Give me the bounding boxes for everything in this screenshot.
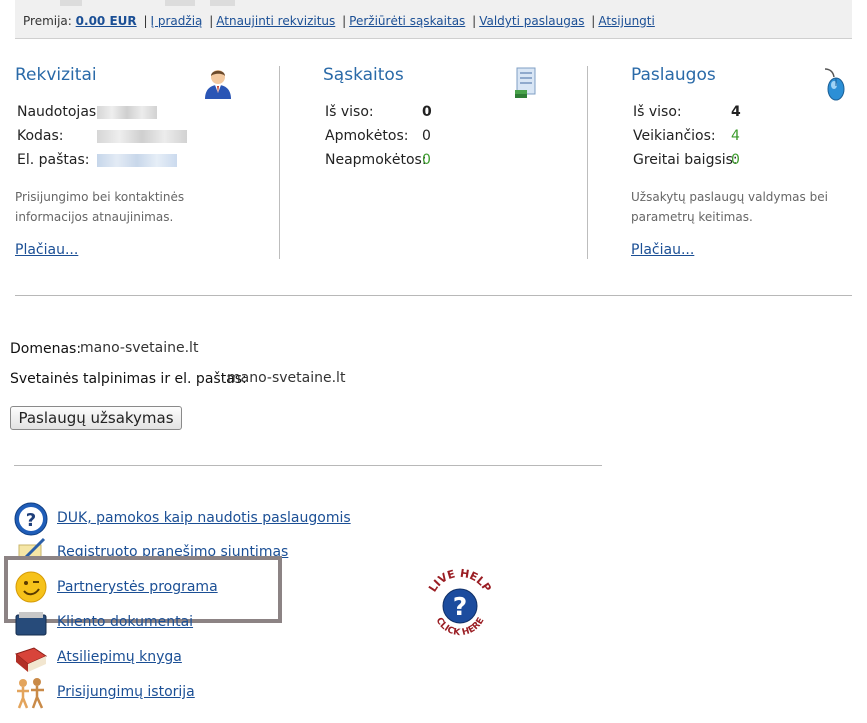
redacted-header-fragment [210,0,235,6]
premium-value-link[interactable]: 0.00 EUR [76,14,137,28]
panel-divider [279,66,280,259]
invoices-paid-value: 0 [422,128,431,144]
services-active-value: 4 [731,128,740,144]
redacted-username [97,106,157,119]
login-history-link[interactable]: Prisijungimų istorija [57,684,195,700]
panel-title-rekvizitai: Rekvizitai [15,65,97,85]
rekvizitai-more-link[interactable]: Plačiau... [15,242,78,258]
nav-link-manage-services[interactable]: Valdyti paslaugas [479,14,584,28]
panel-title-saskaitos: Sąskaitos [323,65,404,85]
question-mark-icon: ? [453,592,468,621]
domain-label: Domenas: [10,341,82,357]
document-icon [15,612,47,636]
domain-value: mano-svetaine.lt [80,340,199,356]
label-username: Naudotojas: [17,104,101,120]
order-services-button[interactable]: Paslaugų užsakymas [10,406,182,430]
label-invoices-unpaid: Neapmokėtos: [325,152,427,168]
rekvizitai-description: Prisijungimo bei kontaktinės informacijo… [15,187,184,227]
paslaugos-description-line: Užsakytų paslaugų valdymas bei [631,190,828,204]
nav-link-logout[interactable]: Atsijungti [598,14,655,28]
smiley-icon [15,571,47,603]
nav-separator: | [143,14,148,28]
book-icon [14,647,48,672]
redacted-header-fragment [165,0,195,6]
nav-separator: | [342,14,347,28]
services-total-value: 4 [731,104,741,120]
svg-text:?: ? [26,510,36,531]
mouse-icon [824,68,845,101]
user-profile-icon [205,70,231,99]
services-expiring-value: 0 [731,152,740,168]
paslaugos-more-link[interactable]: Plačiau... [631,242,694,258]
rekvizitai-description-line: Prisijungimo bei kontaktinės [15,190,185,204]
label-services-total: Iš viso: [633,104,682,120]
invoice-icon [515,67,536,98]
top-navigation: Premija: 0.00 EUR | Į pradžią | Atnaujinti… [23,14,655,28]
nav-link-view-invoices[interactable]: Peržiūrėti sąskaitas [349,14,465,28]
top-bar: Premija: 0.00 EUR | Į pradžią | Atnaujinti… [15,0,852,39]
premium-label: Premija: [23,14,72,28]
nav-link-update-details[interactable]: Atnaujinti rekvizitus [216,14,335,28]
invoices-unpaid-value: 0 [422,152,431,168]
invoices-total-value: 0 [422,104,432,120]
redacted-code [97,130,187,143]
people-icon [17,678,44,709]
label-services-active: Veikiančios: [633,128,716,144]
label-email: El. paštas: [17,152,90,168]
section-divider [15,295,852,296]
paslaugos-description: Užsakytų paslaugų valdymas bei parametrų… [631,187,828,227]
section-divider [14,465,602,466]
label-services-expiring: Greitai baigsis: [633,152,738,168]
faq-link[interactable]: DUK, pamokos kaip naudotis paslaugomis [57,510,351,526]
rekvizitai-description-line: informacijos atnaujinimas. [15,210,174,224]
label-code: Kodas: [17,128,64,144]
client-documents-link[interactable]: Kliento dokumentai [57,614,193,630]
redacted-email [97,154,177,167]
panel-divider [587,66,588,259]
label-invoices-paid: Apmokėtos: [325,128,409,144]
paslaugos-description-line: parametrų keitimas. [631,210,753,224]
feedback-book-link[interactable]: Atsiliepimų knyga [57,649,182,665]
label-invoices-total: Iš viso: [325,104,374,120]
nav-separator: | [591,14,596,28]
hosting-label: Svetainės talpinimas ir el. paštas: [10,371,247,387]
nav-link-home[interactable]: Į pradžią [151,14,203,28]
live-help-badge[interactable]: LIVE HELP ? CLICK HERE [420,565,500,645]
help-icon: ? [14,502,48,536]
nav-separator: | [472,14,477,28]
redacted-header-fragment [60,0,82,6]
hosting-value: mano-svetaine.lt [227,370,346,386]
panel-title-paslaugos: Paslaugos [631,65,716,85]
nav-separator: | [209,14,214,28]
partner-program-link[interactable]: Partnerystės programa [57,579,218,595]
